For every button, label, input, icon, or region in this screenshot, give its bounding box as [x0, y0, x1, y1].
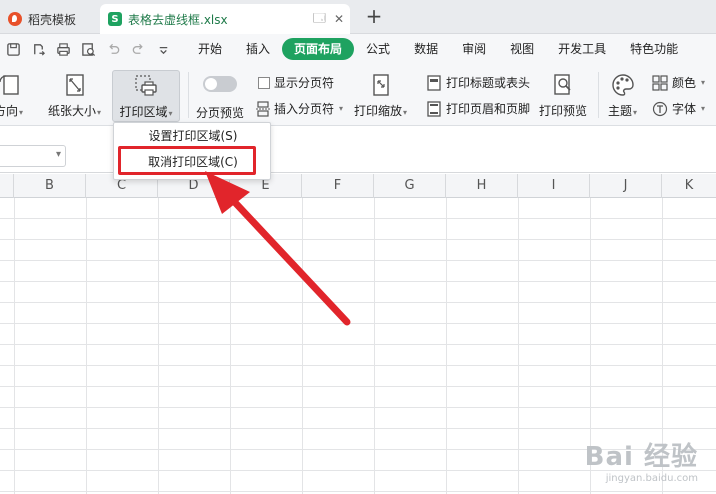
annotation-arrow-icon: [205, 171, 351, 326]
watermark-brand: Bai 经验: [584, 442, 698, 472]
watermark-url: jingyan.baidu.com: [605, 473, 698, 484]
baidu-watermark: Bai 经验 jingyan.baidu.com: [585, 436, 698, 484]
